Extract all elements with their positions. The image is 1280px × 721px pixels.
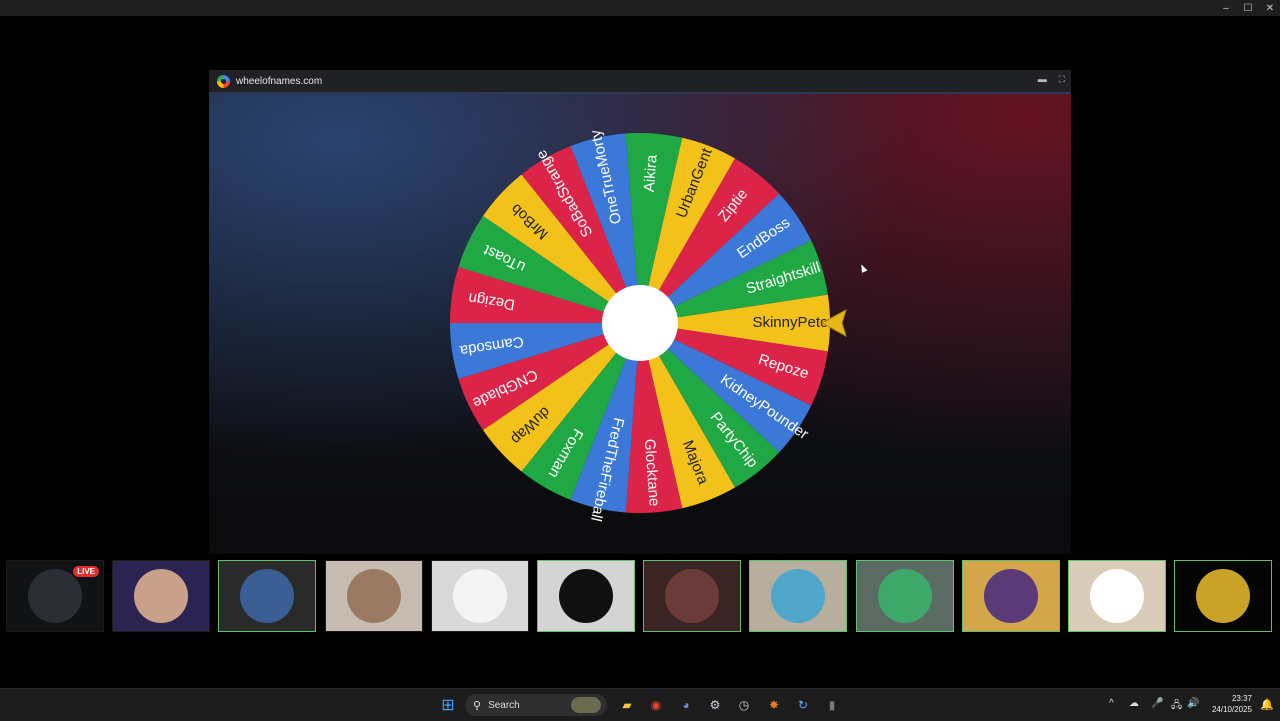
taskbar-clock[interactable]: 23:37 24/10/2025 — [1212, 693, 1252, 715]
participant-strip: LIVE — [0, 560, 1280, 636]
participant-tile[interactable] — [324, 560, 423, 632]
avatar — [134, 569, 189, 623]
avatar — [771, 569, 826, 623]
avatar — [452, 569, 507, 623]
participant-tile[interactable] — [961, 560, 1060, 632]
avatar — [559, 569, 613, 623]
folder-icon[interactable]: ▬ — [1038, 74, 1047, 85]
participant-tile[interactable] — [537, 560, 635, 632]
participant-tile[interactable] — [112, 560, 211, 632]
close-icon[interactable]: ✕ — [1264, 3, 1276, 14]
steam-icon[interactable]: ⚙ — [705, 695, 725, 715]
participant-tile[interactable] — [749, 560, 848, 632]
avatar — [877, 569, 932, 623]
misc-app-icon[interactable]: ▮ — [822, 695, 842, 715]
wheel-segment-label: SkinnyPetc — [752, 314, 828, 331]
wheel-stage: SkinnyPetc Repoze KidneyPounder PartyChip Ma… — [209, 94, 1071, 554]
share-header: wheelofnames.com ▬ ⛶ — [209, 70, 1071, 94]
microphone-icon[interactable]: 🎤 — [1151, 698, 1163, 709]
clock-time: 23:37 — [1231, 694, 1252, 703]
site-favicon-icon — [217, 74, 230, 88]
clock-app-icon[interactable]: ◷ — [734, 695, 754, 715]
minimize-icon[interactable]: – — [1220, 3, 1232, 14]
file-explorer-icon[interactable]: ▰ — [617, 695, 637, 715]
show-hidden-icons-icon[interactable]: ^ — [1109, 698, 1114, 709]
clock-date: 24/10/2025 — [1211, 705, 1252, 714]
avatar — [983, 569, 1038, 623]
screen-share-window: wheelofnames.com ▬ ⛶ SkinnyPetc Repoze Kid… — [209, 70, 1071, 554]
name-wheel[interactable]: SkinnyPetcRepozeKidneyPounderPartyChipMa… — [209, 94, 1071, 554]
avatar — [665, 569, 720, 623]
participant-tile[interactable] — [643, 560, 742, 632]
chrome-icon[interactable]: ◉ — [646, 695, 666, 715]
live-badge: LIVE — [73, 566, 99, 577]
participant-tile[interactable] — [218, 560, 317, 632]
refresh-app-icon[interactable]: ↻ — [793, 695, 813, 715]
start-icon[interactable]: ⊞ — [438, 695, 458, 715]
taskbar-search[interactable]: ⚲ Search — [465, 694, 607, 716]
fullscreen-icon[interactable]: ⛶ — [1059, 74, 1065, 85]
maximize-icon[interactable]: ☐ — [1242, 3, 1254, 14]
taskbar: ⊞ ⚲ Search 23:37 24/10/2025 🔔 ▰ ◉ ◕ ⚙ ◷ ✸ ↻ ▮ ^ ☁… — [0, 688, 1280, 721]
onedrive-icon[interactable]: ☁ — [1129, 698, 1139, 709]
participant-tile[interactable] — [1068, 560, 1166, 632]
volume-icon[interactable]: 🔊 — [1187, 698, 1199, 709]
search-label: Search — [488, 699, 520, 711]
participant-tile[interactable] — [1174, 560, 1273, 632]
os-title-bar: – ☐ ✕ — [0, 0, 1280, 16]
wheel-segment-label: Aikira — [641, 153, 661, 192]
discord-icon[interactable]: ◕ — [676, 695, 696, 715]
search-highlight-icon — [571, 697, 601, 713]
avatar — [28, 569, 82, 623]
notification-icon[interactable]: 🔔 — [1260, 698, 1274, 711]
wheel-hub[interactable] — [602, 285, 678, 361]
share-url: wheelofnames.com — [236, 75, 323, 87]
avatar — [1090, 569, 1144, 623]
avatar — [1196, 569, 1251, 623]
participant-tile[interactable]: LIVE — [6, 560, 104, 632]
avatar — [240, 569, 295, 623]
game-app-icon[interactable]: ✸ — [764, 695, 784, 715]
avatar — [346, 569, 401, 623]
participant-tile[interactable] — [855, 560, 954, 632]
search-icon: ⚲ — [473, 699, 482, 712]
participant-tile[interactable] — [430, 560, 529, 632]
network-icon[interactable]: 🖧 — [1171, 698, 1182, 715]
